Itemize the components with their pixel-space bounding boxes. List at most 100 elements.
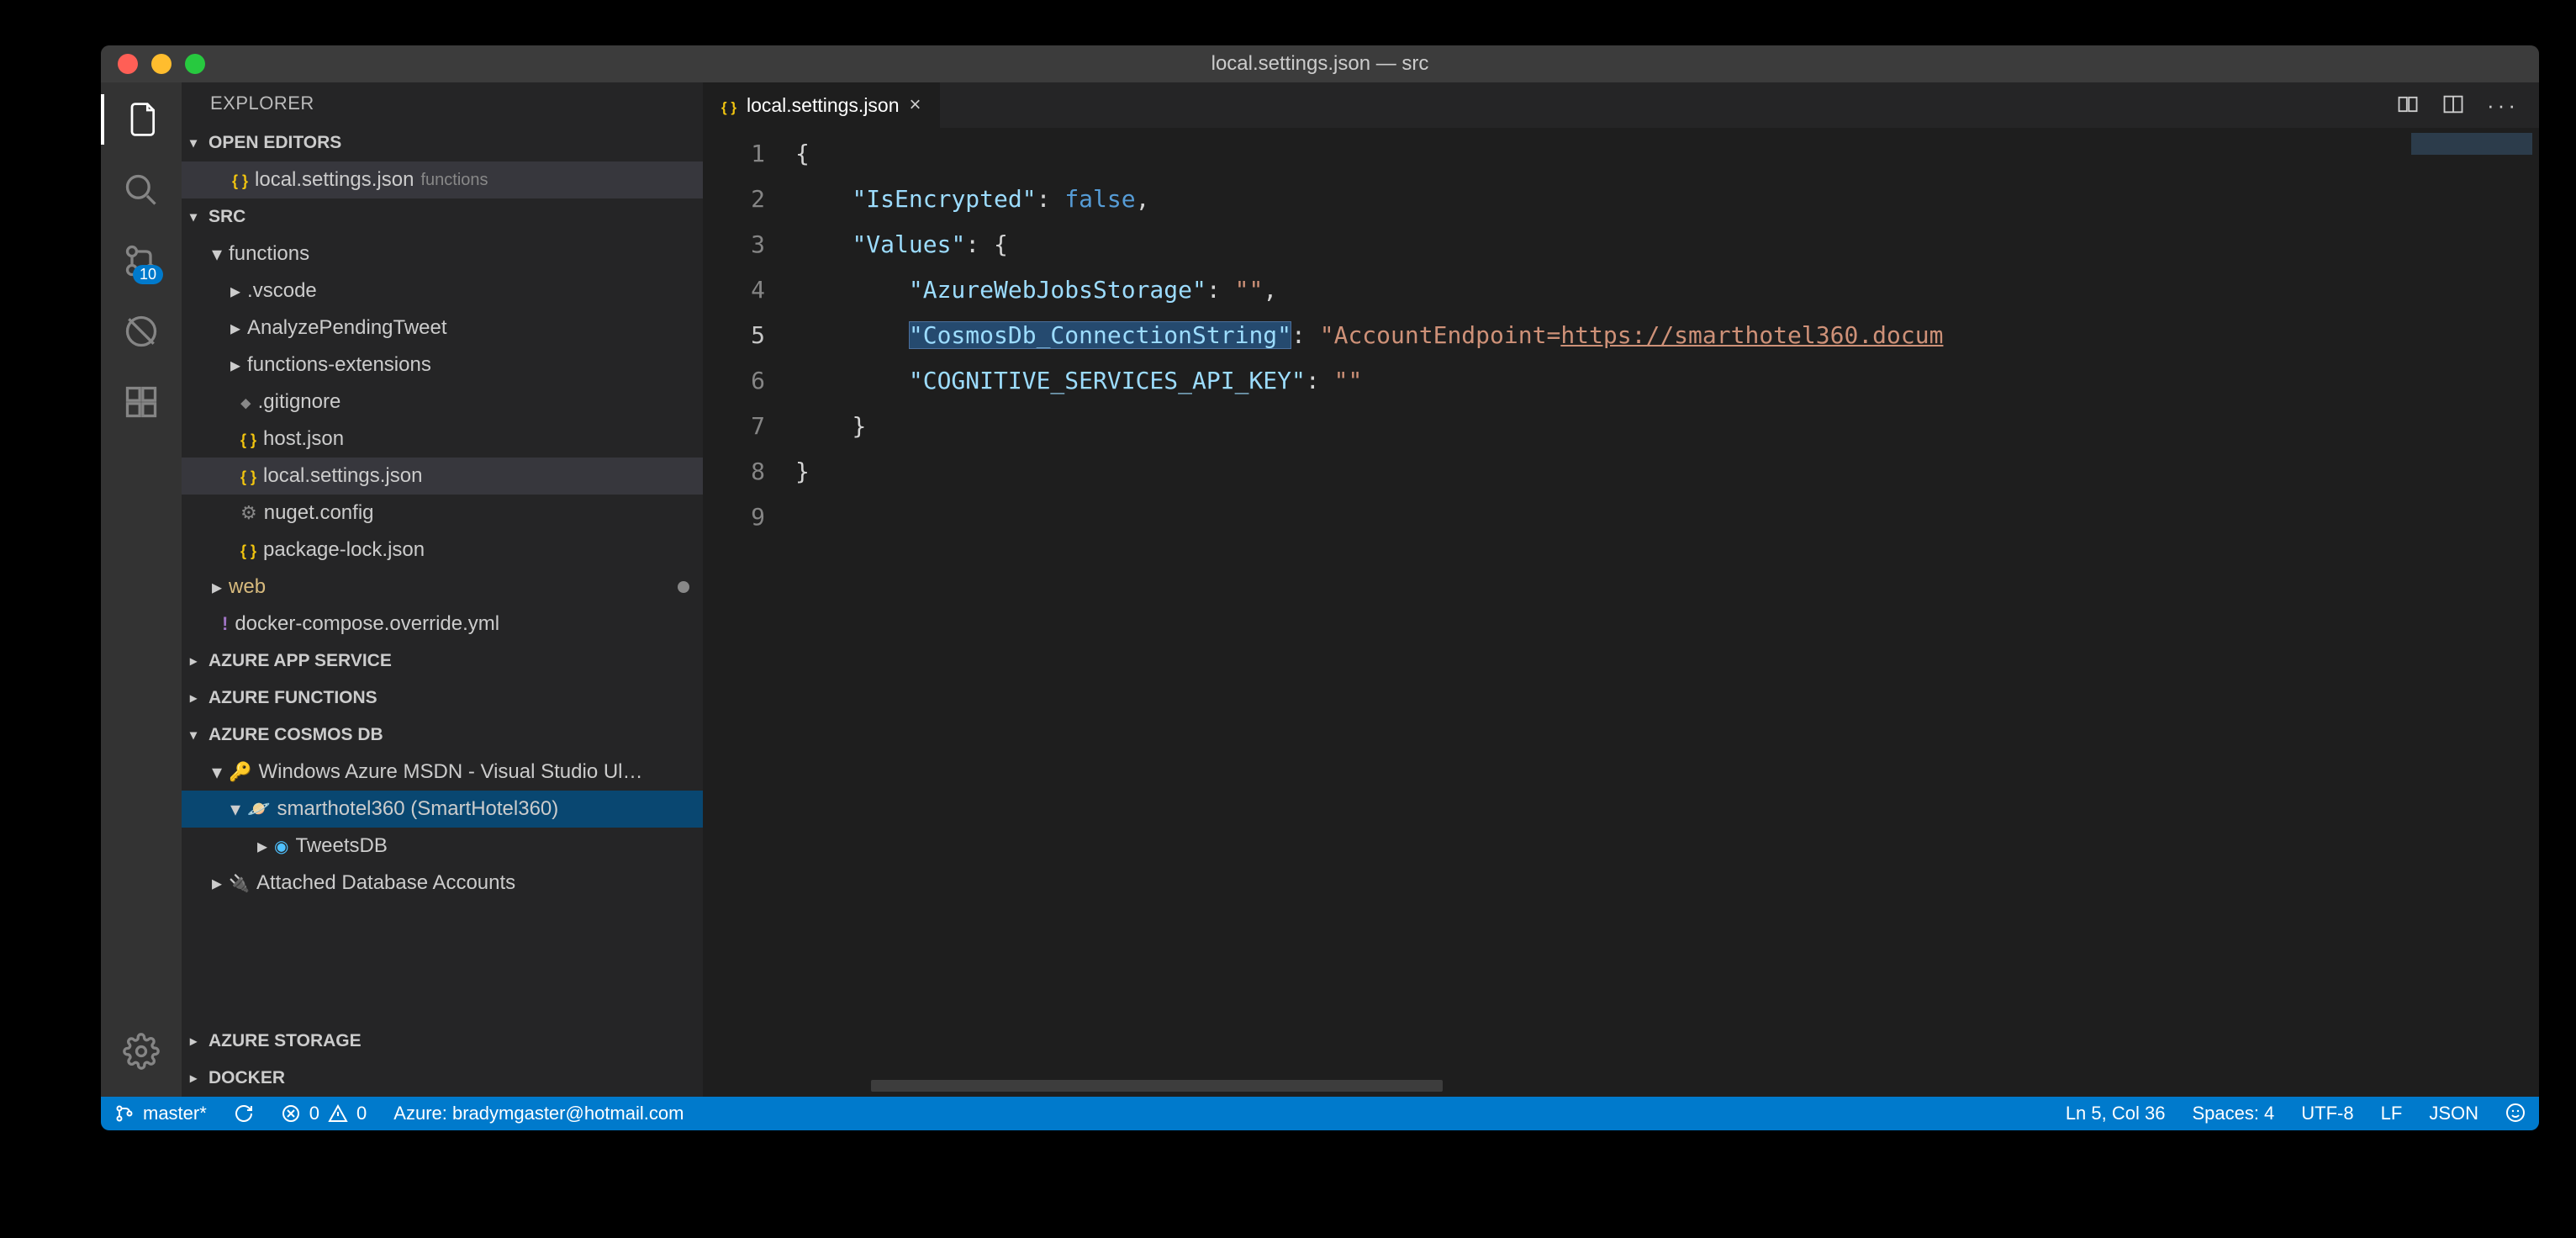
- activity-debug[interactable]: [121, 311, 161, 352]
- files-icon: [123, 101, 160, 138]
- status-problems[interactable]: 0 0: [267, 1097, 381, 1130]
- git-icon: [240, 390, 251, 414]
- chevron-right-icon: ▸: [257, 834, 267, 859]
- vscode-window: local.settings.json — src 10: [101, 45, 2539, 1130]
- tab-bar: local.settings.json × ···: [703, 82, 2539, 128]
- status-feedback[interactable]: [2492, 1103, 2539, 1123]
- activity-search[interactable]: [121, 170, 161, 210]
- minimap-content: [2411, 133, 2532, 155]
- tree-file-pkglock[interactable]: package-lock.json: [182, 532, 703, 569]
- open-editor-item[interactable]: local.settings.json functions: [182, 161, 703, 198]
- minimize-icon[interactable]: [151, 54, 172, 74]
- chevron-right-icon: ▸: [230, 316, 240, 341]
- chevron-right-icon: ▸: [212, 871, 222, 896]
- json-icon: [240, 464, 256, 488]
- chevron-down-icon: ▾: [190, 209, 203, 225]
- cosmos-account[interactable]: ▾smarthotel360 (SmartHotel360): [182, 791, 703, 828]
- titlebar: local.settings.json — src: [101, 45, 2539, 82]
- tab-local-settings[interactable]: local.settings.json ×: [703, 82, 941, 128]
- branch-icon: [114, 1103, 135, 1124]
- status-sync[interactable]: [220, 1097, 267, 1130]
- tree-folder-analyze[interactable]: ▸AnalyzePendingTweet: [182, 310, 703, 347]
- warning-icon: [328, 1103, 348, 1124]
- status-cursor[interactable]: Ln 5, Col 36: [2052, 1103, 2179, 1124]
- minimap[interactable]: [2404, 128, 2539, 1097]
- database-icon: [274, 834, 288, 858]
- gear-icon: [123, 1033, 160, 1070]
- code-content[interactable]: { "IsEncrypted": false, "Values": { "Azu…: [795, 128, 2539, 1097]
- chevron-right-icon: ▸: [190, 653, 203, 669]
- close-icon[interactable]: ×: [910, 93, 921, 117]
- activity-bar: 10: [101, 82, 182, 1097]
- cosmos-account-icon: [247, 797, 270, 821]
- split-editor-icon[interactable]: [2441, 93, 2465, 119]
- activity-extensions[interactable]: [121, 382, 161, 422]
- status-encoding[interactable]: UTF-8: [2288, 1103, 2367, 1124]
- traffic-lights: [101, 54, 205, 74]
- status-branch[interactable]: master*: [101, 1097, 220, 1130]
- window-title: local.settings.json — src: [1211, 52, 1429, 76]
- error-icon: [281, 1103, 301, 1124]
- horizontal-scrollbar[interactable]: [871, 1080, 1443, 1092]
- maximize-icon[interactable]: [185, 54, 205, 74]
- scm-badge: 10: [133, 265, 163, 284]
- gutter: 123456789: [703, 128, 795, 1097]
- extensions-icon: [123, 384, 160, 421]
- plug-icon: [229, 871, 250, 895]
- compare-icon[interactable]: [2396, 93, 2420, 119]
- tree-file-hostjson[interactable]: host.json: [182, 421, 703, 458]
- section-azure-app-service[interactable]: ▸AZURE APP SERVICE: [182, 643, 703, 680]
- tree-folder-vscode[interactable]: ▸.vscode: [182, 272, 703, 310]
- yaml-icon: [222, 612, 228, 636]
- sidebar: EXPLORER ▾OPEN EDITORS local.settings.js…: [182, 82, 703, 1097]
- close-icon[interactable]: [118, 54, 138, 74]
- status-indent[interactable]: Spaces: 4: [2178, 1103, 2288, 1124]
- key-icon: [229, 760, 251, 784]
- chevron-right-icon: ▸: [230, 353, 240, 378]
- tree-file-nuget[interactable]: nuget.config: [182, 495, 703, 532]
- editor-group: local.settings.json × ··· 123456789 { "I…: [703, 82, 2539, 1097]
- tree-folder-web[interactable]: ▸web: [182, 569, 703, 606]
- sidebar-title: EXPLORER: [182, 82, 703, 124]
- chevron-down-icon: ▾: [230, 797, 240, 822]
- json-icon: [240, 538, 256, 562]
- status-language[interactable]: JSON: [2415, 1103, 2492, 1124]
- status-azure[interactable]: Azure: bradymgaster@hotmail.com: [380, 1097, 697, 1130]
- more-icon[interactable]: ···: [2487, 93, 2519, 119]
- section-azure-cosmos[interactable]: ▾AZURE COSMOS DB: [182, 717, 703, 754]
- tree-file-localsettings[interactable]: local.settings.json: [182, 458, 703, 495]
- sync-icon: [234, 1103, 254, 1124]
- section-open-editors[interactable]: ▾OPEN EDITORS: [182, 124, 703, 161]
- json-icon: [240, 427, 256, 451]
- chevron-down-icon: ▾: [190, 135, 203, 151]
- chevron-down-icon: ▾: [190, 727, 203, 743]
- gear-icon: [240, 501, 257, 525]
- section-azure-functions[interactable]: ▸AZURE FUNCTIONS: [182, 680, 703, 717]
- code-editor[interactable]: 123456789 { "IsEncrypted": false, "Value…: [703, 128, 2539, 1097]
- tree-folder-functions[interactable]: ▾functions: [182, 235, 703, 272]
- chevron-right-icon: ▸: [190, 1070, 203, 1087]
- chevron-down-icon: ▾: [212, 760, 222, 785]
- tree-file-docker-override[interactable]: docker-compose.override.yml: [182, 606, 703, 643]
- json-icon: [721, 94, 736, 117]
- activity-scm[interactable]: 10: [121, 241, 161, 281]
- status-eol[interactable]: LF: [2367, 1103, 2416, 1124]
- json-icon: [232, 168, 248, 192]
- cosmos-database[interactable]: ▸TweetsDB: [182, 828, 703, 865]
- activity-settings[interactable]: [121, 1031, 161, 1071]
- editor-actions: ···: [2396, 82, 2539, 128]
- modified-dot-icon: [678, 581, 689, 593]
- chevron-right-icon: ▸: [230, 279, 240, 304]
- chevron-right-icon: ▸: [212, 575, 222, 600]
- section-docker[interactable]: ▸DOCKER: [182, 1060, 703, 1097]
- cosmos-subscription[interactable]: ▾Windows Azure MSDN - Visual Studio Ul…: [182, 754, 703, 791]
- tree-file-gitignore[interactable]: .gitignore: [182, 384, 703, 421]
- cosmos-attached[interactable]: ▸Attached Database Accounts: [182, 865, 703, 902]
- search-icon: [123, 172, 160, 209]
- smiley-icon: [2505, 1103, 2526, 1123]
- tree-folder-funcext[interactable]: ▸functions-extensions: [182, 347, 703, 384]
- activity-explorer[interactable]: [121, 99, 161, 140]
- section-azure-storage[interactable]: ▸AZURE STORAGE: [182, 1023, 703, 1060]
- chevron-down-icon: ▾: [212, 242, 222, 267]
- section-src[interactable]: ▾SRC: [182, 198, 703, 235]
